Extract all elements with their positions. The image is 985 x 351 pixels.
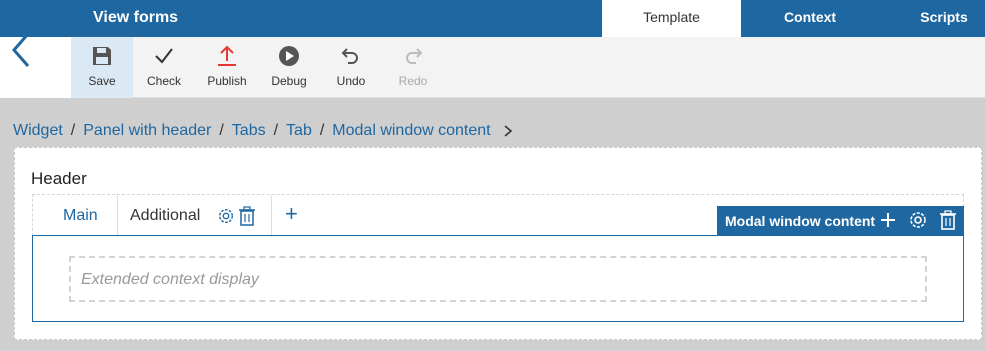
tab-content-area: Extended context display xyxy=(32,235,964,322)
breadcrumb-tabs[interactable]: Tabs xyxy=(232,122,266,139)
breadcrumb-tab[interactable]: Tab xyxy=(286,122,312,139)
breadcrumb-modal-window-content[interactable]: Modal window content xyxy=(332,122,490,139)
tab-scripts[interactable]: Scripts xyxy=(905,0,983,37)
undo-icon xyxy=(341,48,358,64)
selected-widget-label: Modal window content xyxy=(717,206,964,235)
redo-button[interactable]: Redo xyxy=(385,37,441,98)
check-button[interactable]: Check xyxy=(135,37,193,98)
tab-additional-label: Additional xyxy=(130,207,201,224)
redo-icon xyxy=(406,48,423,64)
save-button[interactable]: Save xyxy=(71,37,133,98)
publish-icon xyxy=(218,45,236,66)
breadcrumb: Widget / Panel with header / Tabs / Tab / Modal … xyxy=(13,122,513,140)
panel-with-header: Header Main Additional + Extended contex… xyxy=(14,147,982,340)
save-label: Save xyxy=(88,74,116,88)
tab-context[interactable]: Context xyxy=(771,0,849,37)
tab-template[interactable]: Template xyxy=(602,0,741,37)
save-icon xyxy=(93,47,111,65)
gear-icon[interactable] xyxy=(217,206,235,226)
breadcrumb-separator: / xyxy=(70,122,76,139)
play-icon xyxy=(279,46,299,66)
panel-header-title: Header xyxy=(31,169,87,188)
debug-label: Debug xyxy=(271,74,307,88)
undo-button[interactable]: Undo xyxy=(323,37,379,98)
check-label: Check xyxy=(146,74,181,88)
checkmark-icon xyxy=(155,48,173,64)
publish-label: Publish xyxy=(207,74,247,88)
extended-context-placeholder[interactable]: Extended context display xyxy=(69,256,927,302)
breadcrumb-separator: / xyxy=(319,122,325,139)
toolbar: Save Check Publish Debug Undo Redo xyxy=(71,37,985,98)
add-tab-button[interactable]: + xyxy=(285,203,298,225)
selected-widget-name: Modal window content xyxy=(725,213,876,229)
debug-button[interactable]: Debug xyxy=(260,37,318,98)
publish-button[interactable]: Publish xyxy=(197,37,257,98)
breadcrumb-separator: / xyxy=(273,122,279,139)
trash-icon[interactable] xyxy=(938,210,958,230)
chevron-right-icon[interactable] xyxy=(503,125,513,137)
breadcrumb-panel-with-header[interactable]: Panel with header xyxy=(83,122,211,139)
breadcrumb-separator: / xyxy=(219,122,224,139)
page-title: View forms xyxy=(93,9,179,26)
trash-icon[interactable] xyxy=(238,206,256,226)
gear-icon[interactable] xyxy=(908,210,928,230)
tab-main[interactable]: Main xyxy=(63,195,98,236)
plus-icon[interactable] xyxy=(878,210,898,230)
undo-label: Undo xyxy=(336,74,366,88)
redo-label: Redo xyxy=(398,74,428,88)
breadcrumb-widget[interactable]: Widget xyxy=(13,122,63,139)
